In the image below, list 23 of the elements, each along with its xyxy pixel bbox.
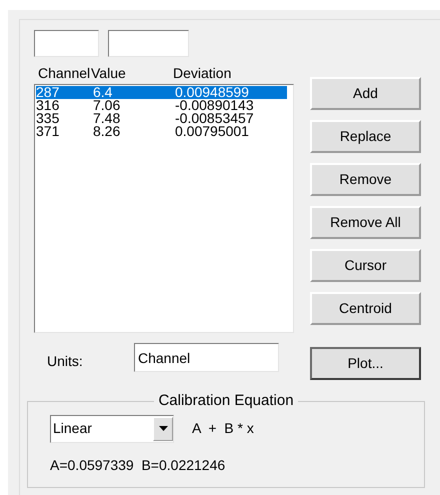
data-list[interactable]: 287 6.4 0.00948599 316 7.06 -0.00890143 335 7.48 -0.00853457 371 8.26 0.00795001 (34, 84, 294, 333)
list-row[interactable]: 316 7.06 -0.00890143 (36, 99, 287, 112)
column-header: Value (91, 65, 127, 82)
column-header: Channel (37, 65, 91, 82)
equation-text: A + B * x (192, 419, 254, 438)
dialog-button[interactable]: Replace (310, 120, 421, 153)
dialog-button[interactable]: Cursor (310, 249, 421, 282)
group-title: Calibration Equation (157, 391, 295, 411)
dialog-button[interactable]: Remove (310, 163, 421, 196)
list-row[interactable]: 335 7.48 -0.00853457 (36, 112, 287, 125)
input-field[interactable] (34, 30, 99, 57)
list-row[interactable]: 371 8.26 0.00795001 (36, 125, 287, 138)
dialog-button[interactable]: Centroid (310, 292, 421, 325)
dialog-button[interactable]: Add (310, 77, 421, 110)
dialog-button[interactable]: Plot... (310, 347, 421, 380)
input-field[interactable] (108, 30, 189, 57)
equation-dropdown[interactable]: Linear (50, 414, 174, 442)
dialog-button[interactable]: Remove All (310, 206, 421, 239)
units-field[interactable]: Channel (134, 343, 279, 372)
units-label: Units: (46, 352, 84, 371)
list-row[interactable]: 287 6.4 0.00948599 (36, 86, 287, 99)
coefficients-text: A=0.0597339 B=0.0221246 (50, 456, 226, 474)
column-header: Deviation (173, 65, 232, 82)
